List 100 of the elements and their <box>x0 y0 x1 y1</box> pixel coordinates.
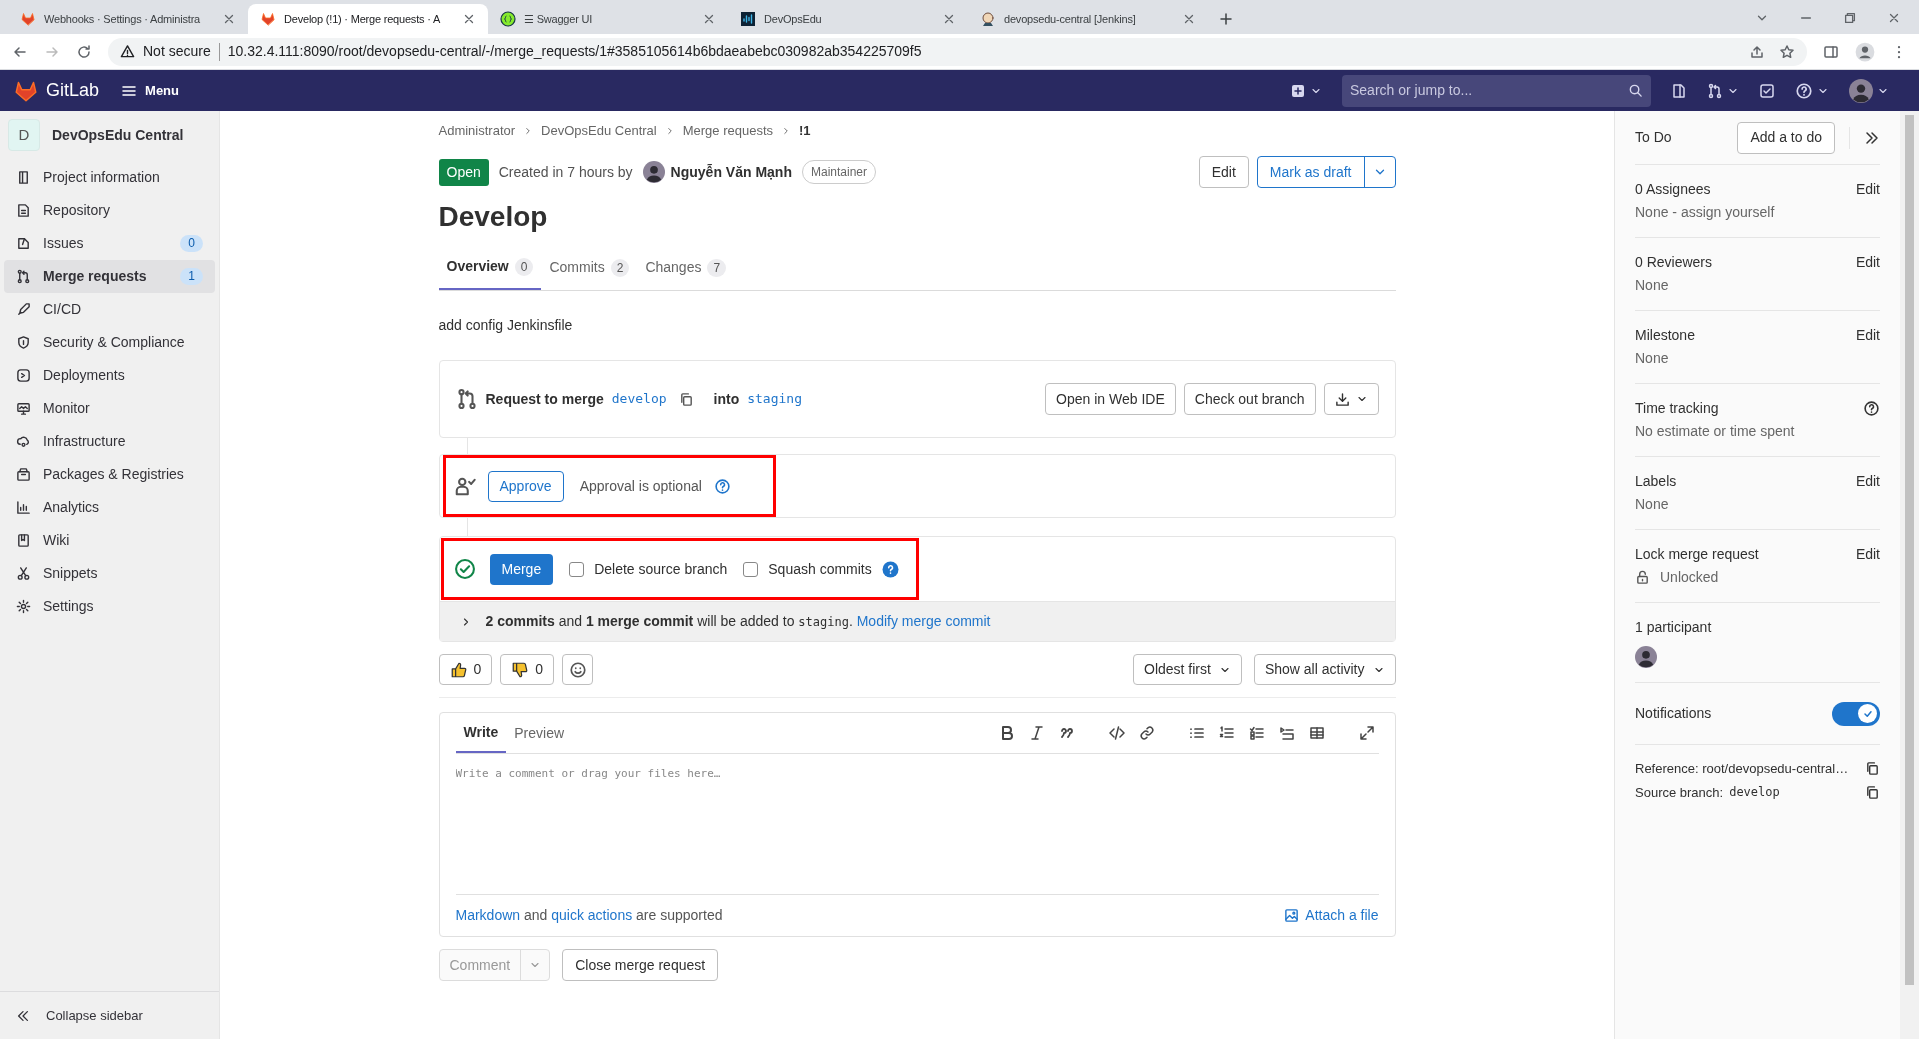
link-icon[interactable] <box>1138 725 1155 741</box>
bullet-list-icon[interactable] <box>1188 725 1205 741</box>
close-icon[interactable] <box>1182 12 1196 26</box>
share-icon[interactable] <box>1749 43 1765 60</box>
close-icon[interactable] <box>1887 11 1901 25</box>
side-panel-icon[interactable] <box>1823 43 1839 60</box>
browser-tab[interactable]: ☰ Swagger UI <box>488 4 728 34</box>
sidebar-item[interactable]: Infrastructure <box>4 425 215 458</box>
sidebar-item[interactable]: Project information <box>4 161 215 194</box>
new-tab-icon[interactable] <box>1218 11 1234 27</box>
sidebar-item[interactable]: CI/CD <box>4 293 215 326</box>
address-field[interactable]: Not secure 10.32.4.111:8090/root/devopsedu-central/-/merge_requests/1#3585105614b6bdaeabebc030982ab354225709f5 <box>108 37 1807 66</box>
edit-link[interactable]: Edit <box>1855 470 1880 492</box>
close-icon[interactable] <box>942 12 956 26</box>
tab[interactable]: Commits 2 <box>541 245 638 290</box>
project-name[interactable]: DevOpsEdu Central <box>52 124 184 146</box>
collapsible-icon[interactable] <box>1278 725 1295 741</box>
search-field[interactable]: Search or jump to... <box>1342 74 1651 107</box>
sidebar-item[interactable]: Snippets <box>4 557 215 590</box>
double-chevron-right-icon[interactable] <box>1864 129 1880 146</box>
browser-tab[interactable]: DevOpsEdu <box>728 4 968 34</box>
sidebar-item[interactable]: Packages & Registries <box>4 458 215 491</box>
modify-commit-link[interactable]: Modify merge commit <box>856 613 991 629</box>
sidebar-item[interactable]: Settings <box>4 590 215 623</box>
sidebar-item[interactable]: Monitor <box>4 392 215 425</box>
close-merge-request-button[interactable]: Close merge request <box>562 949 719 981</box>
help-menu[interactable] <box>1795 81 1829 100</box>
action-button[interactable]: Check out branch <box>1183 383 1316 415</box>
sidebar-item[interactable]: Deployments <box>4 359 215 392</box>
star-icon[interactable] <box>1779 43 1795 60</box>
sidebar-item[interactable]: Repository <box>4 194 215 227</box>
breadcrumb-link[interactable]: Administrator <box>438 121 516 141</box>
notifications-toggle[interactable] <box>1832 701 1880 726</box>
filter-dropdown[interactable]: Show all activity <box>1253 654 1396 685</box>
reload-icon[interactable] <box>76 43 92 60</box>
action-button[interactable]: Open in Web IDE <box>1045 383 1176 415</box>
restore-icon[interactable] <box>1843 11 1857 25</box>
scissors-icon <box>16 566 31 581</box>
section-title: Milestone <box>1635 325 1695 345</box>
emoji-button[interactable] <box>562 654 594 685</box>
close-icon[interactable] <box>462 12 476 26</box>
close-icon[interactable] <box>222 12 236 26</box>
branch-link[interactable]: develop <box>611 389 667 409</box>
quote-icon[interactable] <box>1058 725 1075 741</box>
approve-button[interactable]: Approve <box>487 470 564 502</box>
fullscreen-icon[interactable] <box>1358 725 1375 741</box>
sidebar-item[interactable]: Wiki <box>4 524 215 557</box>
attach-file-link[interactable]: Attach a file <box>1284 905 1379 926</box>
browser-tab[interactable]: devopsedu-central [Jenkins] <box>968 4 1208 34</box>
copy-icon[interactable] <box>678 391 694 407</box>
branch-link[interactable]: staging <box>747 389 802 409</box>
italic-icon[interactable] <box>1028 725 1045 741</box>
new-menu-button[interactable] <box>1290 82 1322 99</box>
task-list-icon[interactable] <box>1248 725 1265 741</box>
tab[interactable]: Overview 0 <box>438 245 542 290</box>
sidebar-item[interactable]: Issues 0 <box>4 227 215 260</box>
merge-requests-menu[interactable] <box>1707 82 1739 99</box>
reaction-button[interactable]: 0 <box>438 654 493 685</box>
breadcrumb-link[interactable]: Merge requests <box>682 121 774 141</box>
edit-link[interactable]: Edit <box>1855 543 1880 565</box>
menu-button[interactable]: Menu <box>121 80 179 101</box>
table-icon[interactable] <box>1308 725 1325 741</box>
markdown-link[interactable]: Markdown <box>455 907 521 923</box>
sidebar-item[interactable]: Security & Compliance <box>4 326 215 359</box>
sidebar-item[interactable]: Analytics <box>4 491 215 524</box>
merge-button[interactable]: Merge <box>489 553 554 585</box>
edit-link[interactable]: Edit <box>1855 251 1880 273</box>
download-button[interactable] <box>1323 383 1379 415</box>
todo-icon[interactable] <box>1759 82 1775 99</box>
comment-editor[interactable]: Write Preview Write a comment or drag your files here… Markdown and quick actions are supported Attach a file <box>438 712 1396 937</box>
breadcrumb-link[interactable]: !1 <box>799 121 811 141</box>
browser-tab[interactable]: Webhooks · Settings · Administra <box>8 4 248 34</box>
copy-icon[interactable] <box>1865 784 1880 800</box>
copy-icon[interactable] <box>1865 761 1880 777</box>
search-input[interactable]: Search or jump to... <box>1350 80 1628 101</box>
browser-tab[interactable]: Develop (!1) · Merge requests · A <box>248 4 488 34</box>
numbered-list-icon[interactable] <box>1218 725 1235 741</box>
filter-dropdown[interactable]: Oldest first <box>1133 654 1242 685</box>
sidebar-icon[interactable] <box>1671 82 1687 99</box>
edit-button[interactable]: Edit <box>1198 156 1249 188</box>
checkbox[interactable] <box>569 561 585 577</box>
profile-icon[interactable] <box>1855 41 1875 62</box>
user-menu[interactable] <box>1849 78 1889 103</box>
quick-actions-link[interactable]: quick actions <box>551 907 633 923</box>
help-icon[interactable] <box>1863 399 1880 417</box>
close-icon[interactable] <box>702 12 716 26</box>
logo-text[interactable]: GitLab <box>46 77 100 104</box>
author-link[interactable]: Nguyễn Văn Mạnh <box>670 161 792 183</box>
breadcrumb-link[interactable]: DevOpsEdu Central <box>541 121 657 141</box>
add-todo-button[interactable]: Add a to do <box>1737 121 1835 154</box>
edit-link[interactable]: Edit <box>1855 178 1880 200</box>
editor-tab[interactable]: Preview <box>506 713 573 753</box>
scrollbar-thumb[interactable] <box>1905 115 1914 985</box>
checkbox[interactable] <box>743 561 759 577</box>
reaction-button[interactable]: 0 <box>500 654 555 685</box>
collapse-sidebar-button[interactable]: Collapse sidebar <box>0 991 219 1039</box>
code-icon[interactable] <box>1108 725 1125 741</box>
edit-link[interactable]: Edit <box>1855 324 1880 346</box>
sidebar-item[interactable]: Merge requests 1 <box>4 260 215 293</box>
tab[interactable]: Changes 7 <box>637 245 735 290</box>
